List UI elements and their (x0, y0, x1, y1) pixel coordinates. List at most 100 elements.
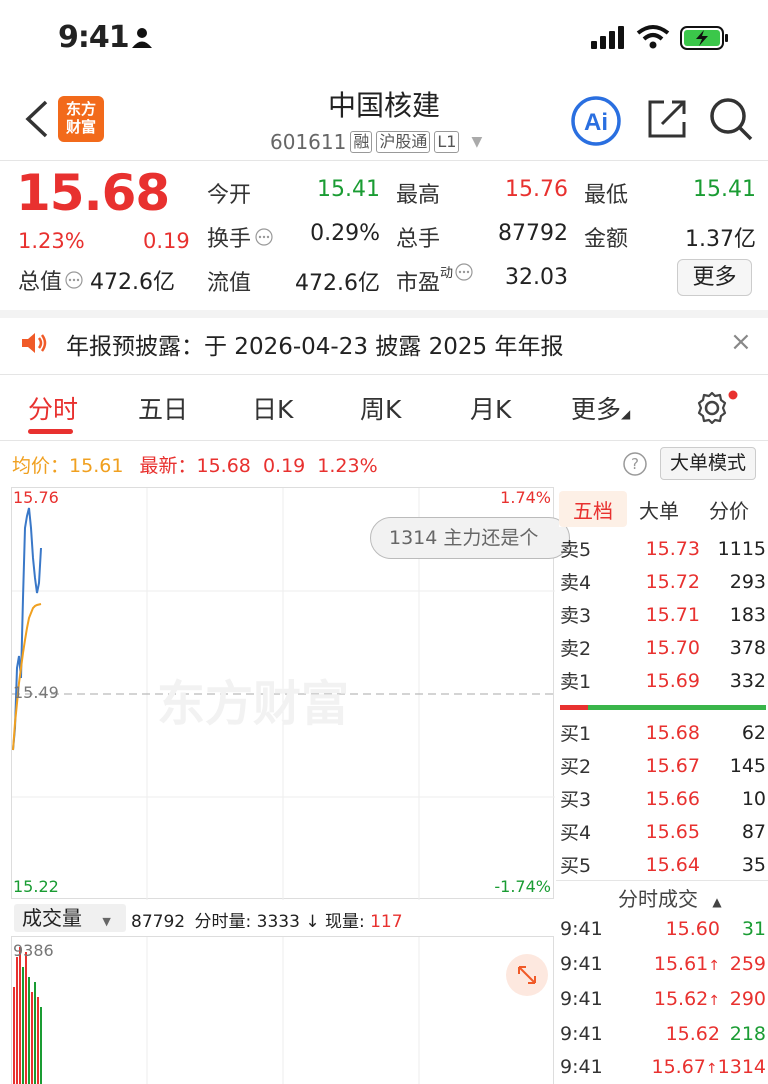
notice-divider (0, 374, 768, 375)
total-value: 472.6亿 (90, 270, 175, 295)
low-value: 15.41 (693, 177, 756, 202)
ask-row: 卖4 15.72 293 (560, 565, 766, 598)
last-value: 15.68 (196, 455, 251, 477)
ask-label: 卖2 (560, 638, 592, 660)
pct-min-label: -1.74% (494, 877, 551, 896)
settings-gear-icon[interactable] (696, 390, 740, 424)
tab-five-level[interactable]: 五档 (573, 495, 613, 524)
ask-row: 卖1 15.69 332 (560, 664, 766, 697)
current-volume-value: 117 (370, 912, 403, 932)
ask-row: 卖2 15.70 378 (560, 631, 766, 664)
trade-qty: 259 (729, 952, 766, 975)
bid-row: 买4 15.65 87 (560, 815, 766, 848)
tab-intraday[interactable]: 分时 (28, 390, 78, 426)
help-icon[interactable]: ? (622, 451, 648, 477)
comment-bubble[interactable]: 1314 主力还是个 (370, 517, 570, 559)
tab-monthly-k[interactable]: 月K (470, 390, 511, 426)
ask-label: 卖1 (560, 671, 592, 693)
avg-value: 15.61 (69, 455, 124, 477)
trade-price: 15.62 (653, 987, 709, 1010)
svg-text:Ai: Ai (584, 109, 608, 136)
trade-time: 9:41 (560, 1055, 603, 1078)
wifi-icon (636, 25, 670, 49)
amount-value: 1.37亿 (685, 227, 756, 252)
bid-price: 15.68 (645, 721, 700, 744)
pe-field[interactable]: 市盈 动 (396, 262, 474, 297)
tab-big-orders[interactable]: 大单 (639, 495, 679, 524)
bid-row: 买3 15.66 10 (560, 782, 766, 815)
bid-row: 买5 15.64 35 (560, 848, 766, 881)
tab-price-distribution[interactable]: 分价 (709, 495, 749, 524)
pe-label: 市盈 (396, 271, 441, 296)
tab-weekly-k[interactable]: 周K (360, 390, 401, 426)
change-amount: 0.19 (143, 229, 190, 253)
open-label: 今开 (207, 183, 252, 208)
change-percent: 1.23% (18, 229, 85, 253)
stock-code: 601611 (270, 130, 347, 154)
close-icon[interactable]: × (730, 327, 752, 357)
bid-price: 15.67 (645, 754, 700, 777)
period-volume-value: 3333 (256, 912, 300, 932)
open-value: 15.41 (317, 177, 380, 202)
period-volume-label: 分时量: (194, 912, 252, 932)
tab-five-day[interactable]: 五日 (138, 390, 188, 426)
ask-qty: 183 (729, 603, 766, 626)
ask-label: 卖3 (560, 605, 592, 627)
tab-more[interactable]: 更多◢ (571, 390, 630, 426)
current-volume-label: 现量: (324, 912, 365, 932)
ask-label: 卖5 (560, 539, 592, 561)
trade-time: 9:41 (560, 1022, 603, 1045)
announcement-text[interactable]: 年报预披露：于 2026-04-23 披露 2025 年年报 (66, 327, 563, 361)
volume-chart[interactable]: 9386 (11, 936, 554, 1084)
volume-selector[interactable]: 成交量 ▼ (14, 904, 126, 932)
expand-button[interactable] (506, 954, 548, 996)
ask-price: 15.73 (645, 537, 700, 560)
share-icon[interactable] (646, 98, 688, 140)
ai-icon[interactable]: Ai (568, 95, 624, 147)
bid-price: 15.66 (645, 787, 700, 810)
bid-qty: 10 (741, 787, 766, 810)
trades-divider (556, 880, 768, 881)
chevron-down-icon: ▼ (102, 915, 111, 928)
more-quote-button[interactable]: 更多 (677, 259, 752, 296)
intraday-chart[interactable]: 东方财富 15.76 15.49 15.22 1.74% -1.74% 1314… (11, 487, 570, 900)
trade-time: 9:41 (560, 917, 603, 940)
high-label: 最高 (396, 183, 441, 208)
bid-price: 15.64 (645, 853, 700, 876)
trade-price: 15.62 (665, 1022, 720, 1045)
search-icon[interactable] (708, 96, 754, 142)
tag-margin: 融 (350, 131, 373, 153)
trade-row: 9:41 15.62↑ 290 (560, 981, 766, 1016)
trade-qty: 31 (741, 917, 766, 940)
trade-price: 15.60 (665, 917, 720, 940)
watermark: 东方财富 (157, 676, 349, 732)
ask-price: 15.71 (645, 603, 700, 626)
bid-row: 买2 15.67 145 (560, 749, 766, 782)
ask-qty: 332 (729, 669, 766, 692)
trade-dir: ↑ (708, 992, 720, 1009)
trade-dir: ↑ (705, 1060, 718, 1077)
dropdown-icon: ▼ (471, 134, 483, 150)
tab-daily-k[interactable]: 日K (252, 390, 293, 426)
trade-row: 9:41 15.62 218 (560, 1016, 766, 1051)
bid-price: 15.65 (645, 820, 700, 843)
ask-qty: 1115 (717, 537, 766, 560)
volume-summary: 87792 分时量: 3333 ↓ 现量: 117 (131, 907, 403, 932)
total-value-field[interactable]: 总值 472.6亿 (18, 264, 175, 296)
float-value-label: 流值 (207, 271, 252, 296)
status-time: 9:41 (58, 20, 130, 55)
trades-header[interactable]: 分时成交 ▲ (618, 883, 722, 912)
turnover-field[interactable]: 换手 (207, 221, 274, 253)
bid-ask-ratio-bar (560, 705, 766, 710)
expand-icon (518, 966, 536, 984)
big-order-mode-button[interactable]: 大单模式 (660, 447, 756, 480)
person-icon (132, 28, 152, 48)
trade-price: 15.61 (653, 952, 709, 975)
y-max-label: 15.76 (13, 488, 59, 507)
trade-qty: 218 (729, 1022, 766, 1045)
stock-code-row[interactable]: 601611 融 沪股通 L1 ▼ (270, 130, 482, 154)
bid-label: 买4 (560, 822, 592, 844)
section-gap (0, 310, 768, 318)
trade-qty: 1314 (717, 1055, 766, 1078)
y-mid-label: 15.49 (13, 683, 59, 702)
